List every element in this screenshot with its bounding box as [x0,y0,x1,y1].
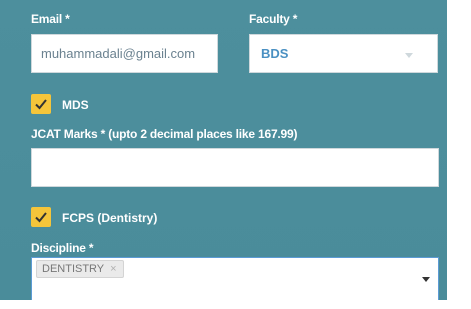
fcps-checkbox[interactable] [31,207,51,227]
dropdown-caret-icon[interactable] [422,277,430,282]
fcps-checkbox-label[interactable]: FCPS (Dentistry) [62,211,157,225]
faculty-selected-value: BDS [261,46,289,61]
discipline-label: Discipline * [31,241,94,255]
jcat-marks-input[interactable] [31,148,439,187]
tag-label: DENTISTRY [42,263,105,275]
discipline-multiselect[interactable]: DENTISTRY × [31,257,439,300]
remove-tag-icon[interactable]: × [110,263,116,275]
faculty-select[interactable]: BDS [249,34,438,73]
checkmark-icon [35,99,47,110]
registration-form-panel: Email * muhammadali@gmail.com Faculty * … [0,0,447,300]
jcat-marks-label: JCAT Marks * (upto 2 decimal places like… [31,127,298,141]
email-value: muhammadali@gmail.com [41,46,196,61]
email-field[interactable]: muhammadali@gmail.com [31,34,218,73]
tag-dentistry: DENTISTRY × [36,260,124,278]
checkmark-icon [35,212,47,223]
mds-checkbox[interactable] [31,94,51,114]
email-label: Email * [31,12,70,26]
faculty-label: Faculty * [249,12,298,26]
chevron-down-icon [405,53,413,58]
mds-checkbox-label[interactable]: MDS [62,98,89,112]
